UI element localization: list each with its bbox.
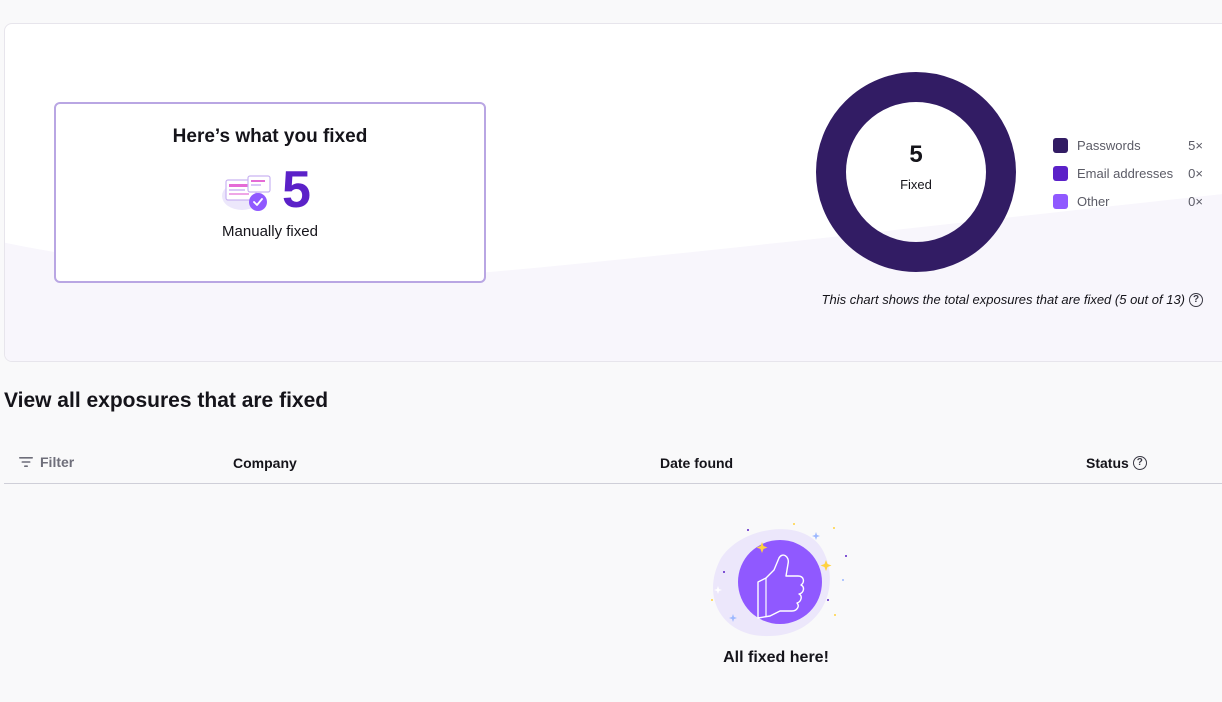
legend-item: Passwords 5× [1053,136,1203,164]
chart-caption-text: This chart shows the total exposures tha… [821,292,1185,307]
fixed-donut-chart: 5 Fixed [815,71,1017,273]
column-header-status: Status ? [1086,455,1147,471]
legend-item: Other 0× [1053,192,1203,220]
fixed-card-title: Here’s what you fixed [172,126,368,147]
legend-label: Passwords [1077,138,1141,153]
fixed-summary-card: Here’s what you fixed 5 Manually fixed [54,102,486,283]
legend-value: 0× [1188,194,1203,209]
status-help-icon[interactable]: ? [1132,456,1147,470]
legend-swatch-other [1053,194,1068,209]
donut-center-label: Fixed [900,177,932,192]
chart-caption: This chart shows the total exposures tha… [822,292,1203,307]
legend-value: 0× [1188,166,1203,181]
empty-state-message: All fixed here! [723,649,829,666]
legend-value: 5× [1188,138,1203,153]
filter-button[interactable]: Filter [18,454,74,470]
legend-swatch-passwords [1053,138,1068,153]
filter-label: Filter [40,454,75,470]
fixed-card-subtitle: Manually fixed [222,223,318,240]
legend-label: Other [1077,194,1110,209]
thumbs-up-icon [711,523,847,637]
fixed-summary-panel: Here’s what you fixed 5 Manually fixed 5… [4,23,1222,362]
column-header-date-found: Date found [660,455,734,471]
chart-legend: Passwords 5× Email addresses 0× Other 0× [1053,136,1203,220]
donut-slice-passwords [816,72,1016,272]
legend-swatch-email-addresses [1053,166,1068,181]
legend-item: Email addresses 0× [1053,164,1203,192]
documents-check-icon [222,175,271,211]
section-title: View all exposures that are fixed [4,389,329,412]
fixed-count: 5 [282,161,311,219]
help-icon[interactable]: ? [1189,292,1203,307]
column-header-company: Company [233,455,297,471]
legend-label: Email addresses [1077,166,1174,181]
exposures-table-header: Filter Company Date found Status ? [4,443,1222,484]
donut-svg [816,72,1016,272]
filter-icon [19,457,33,467]
column-header-status-label: Status [1086,455,1129,471]
donut-center-value: 5 [909,141,923,168]
